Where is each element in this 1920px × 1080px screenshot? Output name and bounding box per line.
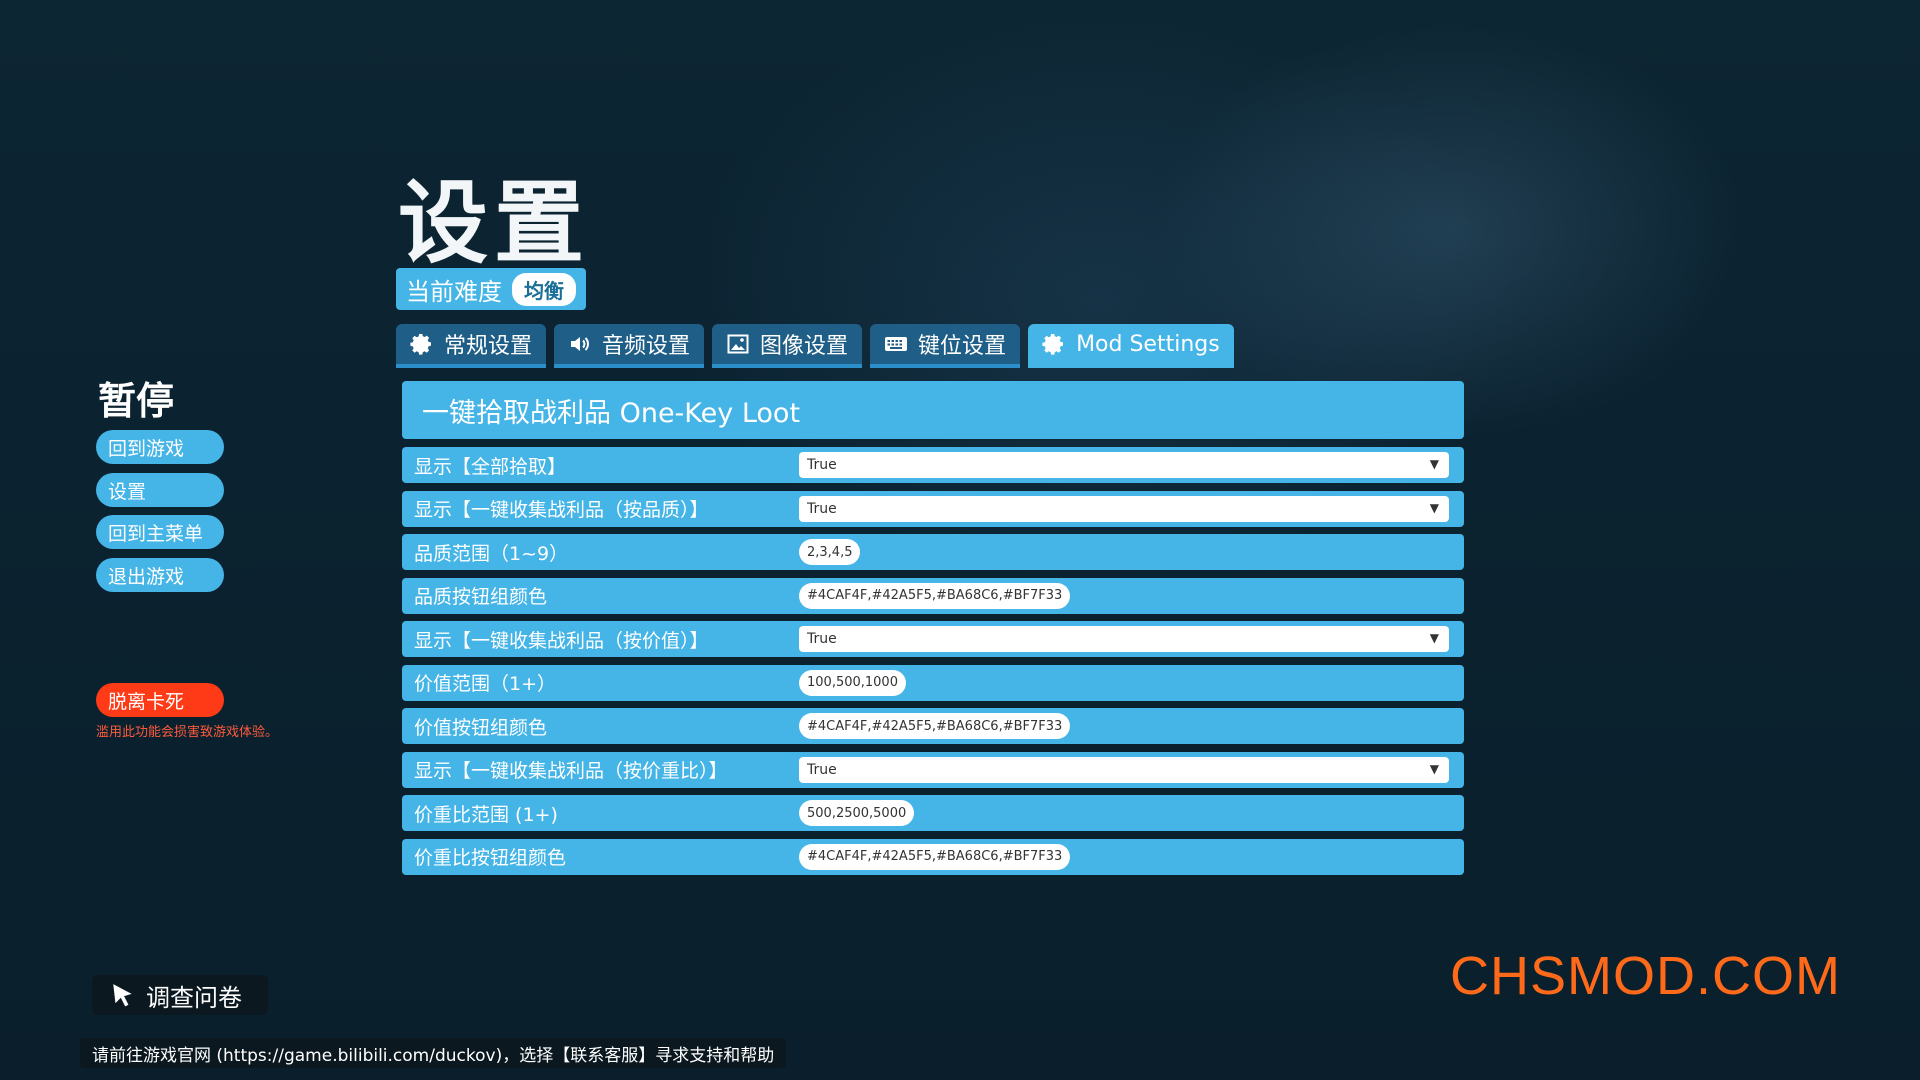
setting-row: 品质按钮组颜色 #4CAF4F,#42A5F5,#BA68C6,#BF7F33	[402, 577, 1464, 614]
mod-section-header: 一键拾取战利品 One-Key Loot	[402, 381, 1464, 439]
image-icon	[726, 332, 750, 356]
setting-text-field[interactable]: 100,500,1000	[799, 669, 906, 696]
setting-dropdown[interactable]: True ▼	[799, 495, 1449, 522]
dropdown-value: True	[807, 500, 837, 517]
setting-text-field[interactable]: #4CAF4F,#42A5F5,#BA68C6,#BF7F33	[799, 582, 1071, 609]
dropdown-arrow-icon: ▼	[1429, 631, 1439, 645]
tab-general[interactable]: 常规设置	[396, 324, 547, 368]
dropdown-value: True	[807, 457, 837, 473]
setting-row: 价值按钮组颜色 #4CAF4F,#42A5F5,#BA68C6,#BF7F33	[402, 708, 1464, 744]
setting-label: 价重比按钮组颜色	[414, 847, 567, 869]
difficulty-value: 均衡	[512, 272, 576, 306]
setting-label: 显示【全部拾取】	[414, 455, 567, 478]
setting-label: 显示【一键收集战利品（按价值）】	[414, 629, 709, 652]
unstuck-warning: 滥用此功能会损害致游戏体验。	[96, 725, 279, 740]
dropdown-value: True	[807, 761, 837, 778]
quit-game-button[interactable]: 退出游戏	[96, 558, 224, 592]
setting-label: 显示【一键收集战利品（按价重比）】	[414, 760, 728, 782]
dropdown-arrow-icon: ▼	[1429, 500, 1439, 515]
resume-game-button[interactable]: 回到游戏	[96, 430, 224, 464]
setting-row: 品质范围（1~9） 2,3,4,5	[402, 534, 1464, 570]
setting-text-field[interactable]: #4CAF4F,#42A5F5,#BA68C6,#BF7F33	[799, 713, 1071, 739]
setting-dropdown[interactable]: True ▼	[799, 756, 1449, 783]
setting-row: 价重比按钮组颜色 #4CAF4F,#42A5F5,#BA68C6,#BF7F33	[402, 838, 1464, 875]
setting-row: 显示【一键收集战利品（按价值）】 True ▼	[402, 621, 1464, 657]
tab-mod-settings[interactable]: Mod Settings	[1028, 324, 1234, 368]
gear-icon	[1042, 332, 1066, 356]
settings-tabs: 常规设置 音频设置 图像设置 键位设置 Mod Settings	[396, 324, 1234, 368]
tab-label: 常规设置	[444, 334, 533, 359]
setting-text-field[interactable]: #4CAF4F,#42A5F5,#BA68C6,#BF7F33	[799, 843, 1071, 870]
settings-button[interactable]: 设置	[96, 473, 224, 507]
setting-dropdown[interactable]: True ▼	[799, 626, 1449, 652]
setting-label: 品质范围（1~9）	[414, 542, 569, 565]
watermark: CHSMOD.COM	[1450, 946, 1841, 1006]
gear-icon	[410, 332, 434, 356]
main-menu-button[interactable]: 回到主菜单	[96, 515, 224, 549]
setting-row: 显示【全部拾取】 True ▼	[402, 447, 1464, 483]
difficulty-indicator: 当前难度 均衡	[396, 268, 586, 310]
dropdown-arrow-icon: ▼	[1429, 457, 1439, 471]
setting-row: 价重比范围 (1+) 500,2500,5000	[402, 795, 1464, 831]
unstuck-button[interactable]: 脱离卡死	[96, 683, 224, 717]
tab-label: 音频设置	[602, 334, 691, 359]
survey-label: 调查问卷	[146, 983, 242, 1012]
setting-label: 价值按钮组颜色	[414, 716, 548, 739]
setting-label: 显示【一键收集战利品（按品质）】	[414, 499, 709, 521]
setting-label: 价重比范围 (1+)	[414, 803, 558, 826]
setting-dropdown[interactable]: True ▼	[799, 452, 1449, 478]
pause-title: 暂停	[98, 379, 175, 423]
speaker-icon	[568, 332, 592, 356]
settings-title: 设置	[398, 171, 590, 276]
difficulty-label: 当前难度	[406, 277, 502, 306]
dropdown-arrow-icon: ▼	[1429, 761, 1439, 776]
setting-row: 价值范围（1+） 100,500,1000	[402, 664, 1464, 701]
setting-row: 显示【一键收集战利品（按品质）】 True ▼	[402, 490, 1464, 527]
setting-label: 品质按钮组颜色	[414, 586, 548, 608]
setting-label: 价值范围（1+）	[414, 673, 557, 695]
setting-text-field[interactable]: 500,2500,5000	[799, 800, 915, 826]
tab-label: 图像设置	[760, 334, 849, 359]
setting-text-field[interactable]: 2,3,4,5	[799, 539, 861, 565]
tab-label: 键位设置	[918, 334, 1007, 359]
tab-graphics[interactable]: 图像设置	[712, 324, 863, 368]
survey-button[interactable]: 调查问卷	[92, 975, 268, 1015]
dropdown-value: True	[807, 631, 837, 647]
setting-row: 显示【一键收集战利品（按价重比）】 True ▼	[402, 751, 1464, 788]
tab-keybindings[interactable]: 键位设置	[870, 324, 1021, 368]
cursor-arrow-icon	[110, 982, 136, 1008]
tab-label: Mod Settings	[1076, 331, 1220, 357]
mod-settings-panel: 一键拾取战利品 One-Key Loot 显示【全部拾取】 True ▼ 显示【…	[402, 381, 1464, 882]
keyboard-icon	[884, 332, 908, 356]
tab-audio[interactable]: 音频设置	[554, 324, 705, 368]
support-footer: 请前往游戏官网 (https://game.bilibili.com/ducko…	[80, 1038, 787, 1068]
